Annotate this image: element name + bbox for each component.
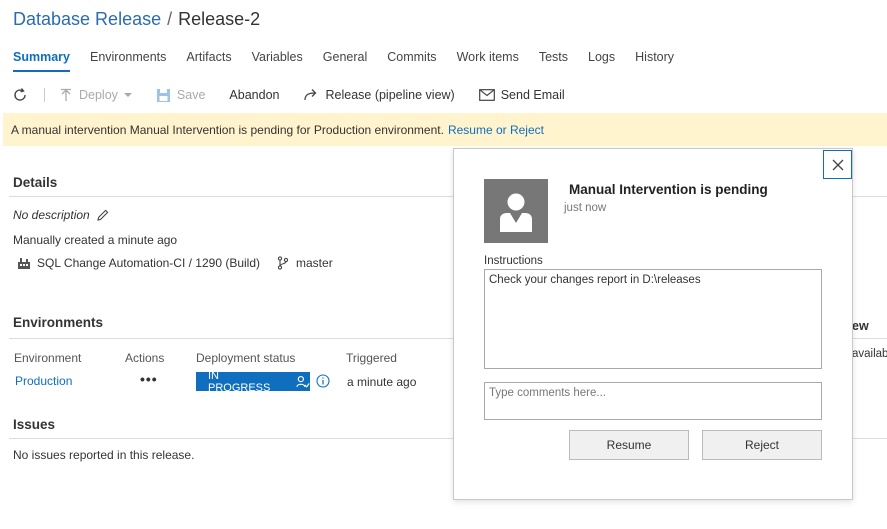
manual-intervention-dialog: Manual Intervention is pending just now …: [453, 148, 853, 500]
release-pipeline-view-button[interactable]: Release (pipeline view): [303, 88, 455, 102]
tab-commits[interactable]: Commits: [387, 50, 436, 72]
tab-artifacts[interactable]: Artifacts: [186, 50, 231, 72]
chevron-down-icon: [123, 93, 132, 97]
user-silhouette-icon: [500, 193, 532, 232]
column-header-actions: Actions: [125, 351, 165, 365]
avatar: [484, 179, 548, 243]
refresh-icon: [14, 88, 26, 101]
actions-menu-button[interactable]: •••: [140, 371, 158, 387]
status-text: IN PROGRESS: [208, 369, 271, 394]
breadcrumb-separator: /: [167, 9, 173, 29]
abandon-label: Abandon: [229, 88, 280, 102]
close-button[interactable]: [823, 150, 852, 179]
breadcrumb-parent[interactable]: Database Release: [13, 9, 161, 29]
column-header-deployment-status: Deployment status: [196, 351, 296, 365]
created-text: Manually created a minute ago: [13, 233, 178, 247]
abandon-button[interactable]: Abandon: [229, 88, 279, 102]
toolbar: Deploy Save Abandon Release (pipeline vi…: [0, 80, 887, 110]
created-row: Manually created a minute ago: [13, 233, 177, 247]
triggered-time: a minute ago: [347, 375, 417, 389]
instructions-label: Instructions: [484, 255, 543, 267]
resume-or-reject-link[interactable]: Resume or Reject: [448, 123, 544, 137]
upload-arrow-icon: [61, 88, 71, 101]
release-pipeline-label: Release (pipeline view): [325, 88, 455, 102]
page-title: Release-2: [178, 9, 261, 29]
details-heading: Details: [13, 175, 58, 190]
branch-name: master: [296, 256, 333, 270]
redirect-arrow-icon: [304, 89, 317, 101]
approver-icon: [296, 375, 310, 388]
column-header-triggered: Triggered: [346, 351, 397, 365]
hidden-section-heading-fragment: ew: [852, 319, 869, 333]
hidden-section-text-fragment: availab: [852, 348, 887, 360]
tab-summary[interactable]: Summary: [13, 50, 70, 72]
send-email-label: Send Email: [500, 88, 565, 102]
tab-general[interactable]: General: [323, 50, 367, 72]
tab-environments[interactable]: Environments: [90, 50, 166, 72]
save-label: Save: [176, 88, 206, 102]
instructions-field[interactable]: Check your changes report in D:\releases: [484, 269, 822, 369]
resume-button[interactable]: Resume: [569, 430, 689, 460]
send-email-button[interactable]: Send Email: [478, 88, 565, 102]
deploy-label: Deploy: [79, 88, 118, 102]
tab-work-items[interactable]: Work items: [457, 50, 519, 72]
toolbar-divider: [44, 88, 45, 102]
tab-bar: Summary Environments Artifacts Variables…: [13, 50, 674, 72]
info-icon[interactable]: [316, 374, 330, 388]
save-button[interactable]: Save: [156, 88, 206, 103]
pencil-icon[interactable]: [96, 208, 110, 222]
tab-variables[interactable]: Variables: [252, 50, 303, 72]
status-badge[interactable]: IN PROGRESS: [196, 369, 310, 394]
issues-text: No issues reported in this release.: [13, 448, 195, 462]
breadcrumb: Database Release / Release-2: [13, 9, 260, 30]
description-text: No description: [13, 208, 90, 222]
deploy-button[interactable]: Deploy: [59, 88, 132, 102]
tab-history[interactable]: History: [635, 50, 674, 72]
dialog-timestamp: just now: [564, 202, 607, 214]
column-header-environment: Environment: [14, 351, 82, 365]
build-icon: [18, 258, 30, 269]
comments-input[interactable]: [484, 382, 822, 420]
close-icon: [832, 159, 843, 170]
branch-icon: [277, 256, 289, 270]
build-link[interactable]: SQL Change Automation-CI / 1290 (Build): [37, 256, 260, 270]
intervention-banner: A manual intervention Manual Interventio…: [3, 113, 887, 146]
environment-production-link[interactable]: Production: [15, 374, 72, 388]
environments-heading: Environments: [13, 315, 104, 330]
issues-heading: Issues: [13, 417, 56, 432]
artifact-row: SQL Change Automation-CI / 1290 (Build) …: [17, 256, 333, 270]
mail-icon: [478, 89, 495, 101]
save-icon: [156, 88, 170, 102]
description-row: No description: [13, 208, 110, 222]
banner-text: A manual intervention Manual Interventio…: [11, 122, 444, 137]
tab-tests[interactable]: Tests: [539, 50, 568, 72]
dialog-title: Manual Intervention is pending: [569, 182, 768, 197]
refresh-button[interactable]: [12, 87, 28, 103]
reject-button[interactable]: Reject: [702, 430, 822, 460]
tab-logs[interactable]: Logs: [588, 50, 615, 72]
